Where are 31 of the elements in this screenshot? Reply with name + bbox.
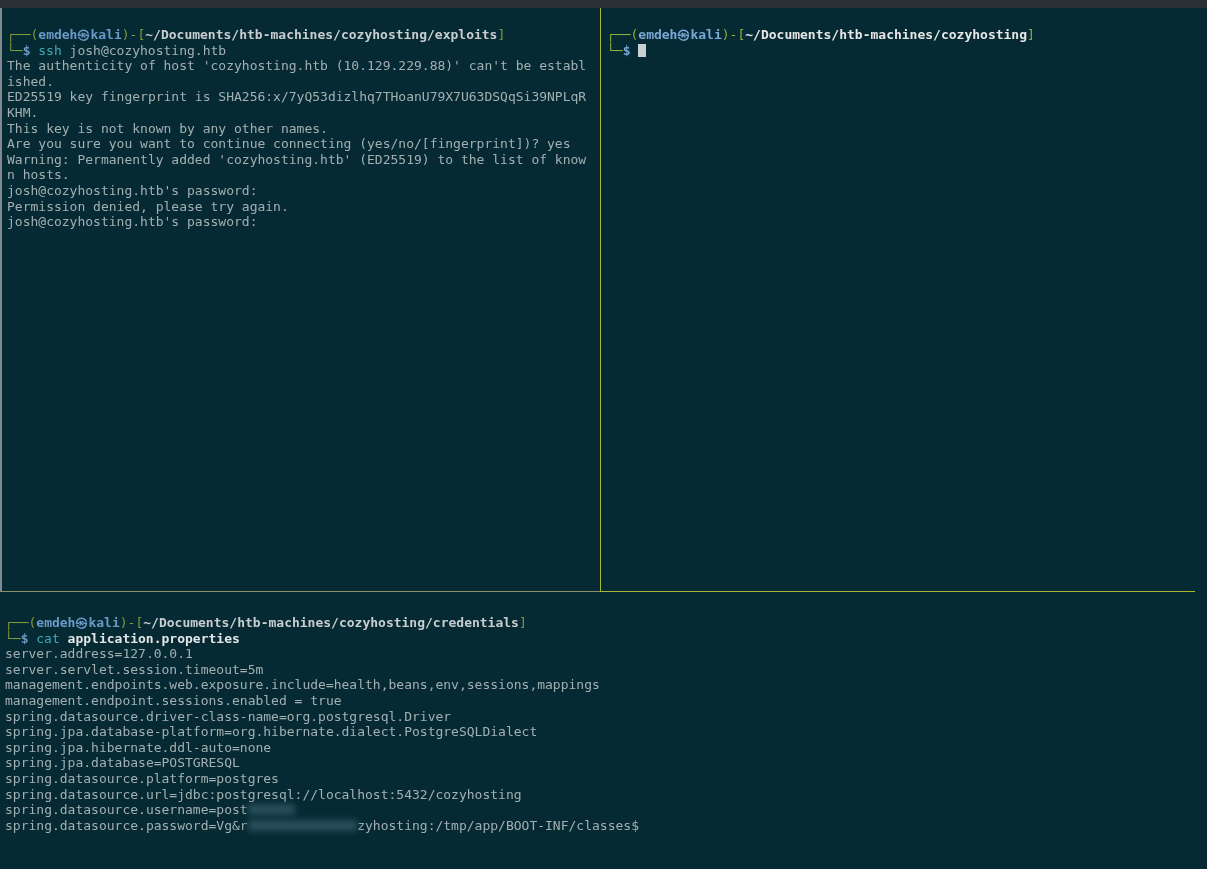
output-line: spring.jpa.database-platform=org.hibernate.dialect.PostgreSQLDialect [5,724,539,740]
prompt-line: ┌──(emdeh㉿kali)-[~/Documents/htb-machines/cozyhosting] [607,27,1036,43]
output-line: ED25519 key fingerprint is SHA256:x/7yQ53dizlhq7THoanU79X7U63DSQqSi39NPLqR [7,89,588,105]
prompt-line: ┌──(emdeh㉿kali)-[~/Documents/htb-machines/cozyhosting/exploits] [7,27,507,43]
output-line: spring.datasource.platform=postgres [5,770,280,787]
output-line: management.endpoint.sessions.enabled = true [5,692,343,709]
command-line: └─$ cat application.properties [5,630,241,647]
output-line: server.servlet.session.timeout=5m [5,661,265,678]
output-line: spring.datasource.url=jdbc:postgresql://localhost:5432/cozyhosting [5,786,523,803]
prompt-line: ┌──(emdeh㉿kali)-[~/Documents/htb-machines/cozyhosting/credentials] [5,615,528,631]
command-line: └─$ [607,42,1195,59]
output-line: Warning: Permanently added 'cozyhosting.htb' (ED25519) to the list of know [7,151,588,168]
terminal-pane[interactable]: ┌──(emdeh㉿kali)-[~/Documents/htb-machines/cozyhosting] └─$ [600,8,1195,592]
output-line: The authenticity of host 'cozyhosting.htb (10.129.229.88)' can't be establ [7,58,588,74]
output-line: server.address=127.0.0.1 [5,646,194,662]
command-line: └─$ ssh josh@cozyhosting.htb [7,42,228,59]
output-line: spring.datasource.password=Vg&r zyhosting:/tmp/app/BOOT-INF/classes$ [5,817,640,834]
output-line: management.endpoints.web.exposure.include=health,beans,env,sessions,mappings [5,677,601,693]
output-line: spring.jpa.hibernate.ddl-auto=none [5,739,273,756]
output-line: spring.datasource.driver-class-name=org.postgresql.Driver [5,708,453,725]
output-line: This key is not known by any other names. [7,120,329,137]
output-line: Permission denied, please try again. [7,198,290,215]
output-line: spring.jpa.database=POSTGRESQL [5,755,241,771]
terminal-pane[interactable] [0,8,600,592]
output-line: n hosts. [7,167,71,183]
output-line: ished. [7,73,55,90]
output-line: spring.datasource.username=post [5,802,1195,818]
output-line: josh@cozyhosting.htb's password: [7,182,259,199]
output-line: KHM. [7,104,40,121]
output-line: Are you sure you want to continue connecting (yes/no/[fingerprint])? yes [7,136,572,152]
output-line: josh@cozyhosting.htb's password: [7,214,259,230]
